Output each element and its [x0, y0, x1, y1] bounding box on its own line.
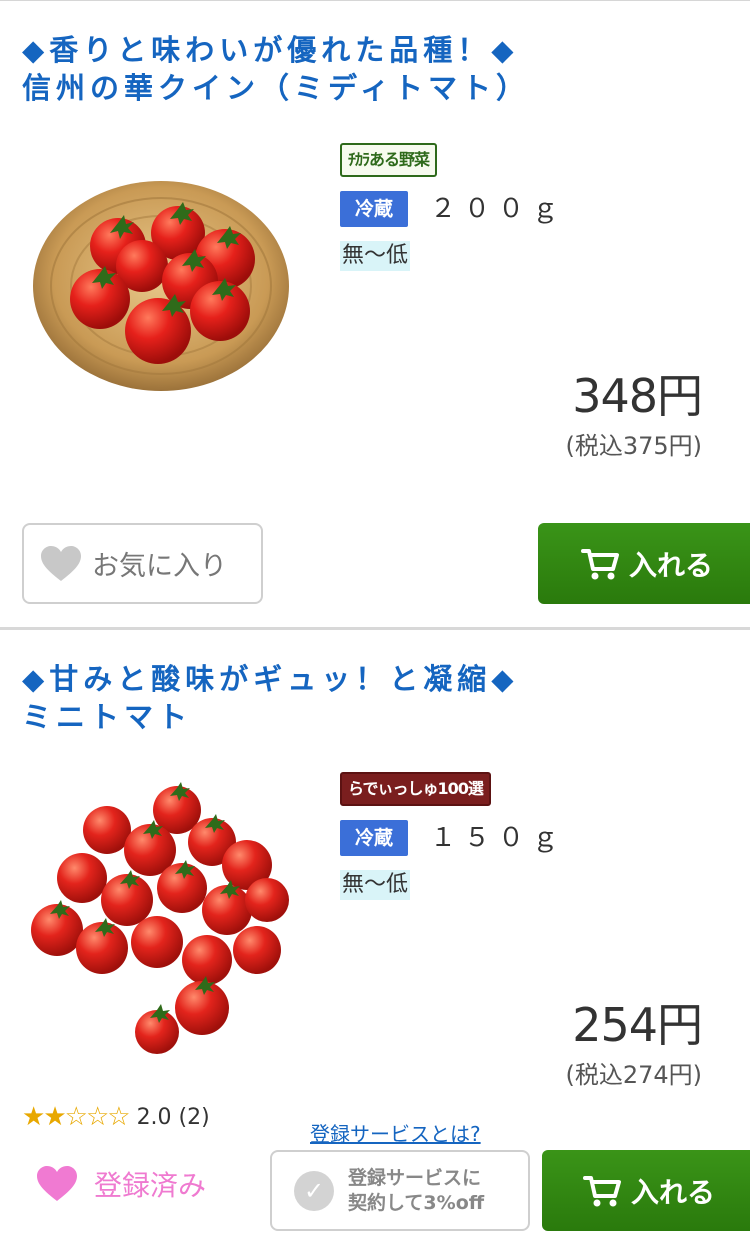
storage-badge: 冷蔵: [340, 820, 408, 856]
product-title-line1[interactable]: ◆香りと味わいが優れた品種！◆: [22, 31, 530, 69]
product-title-line2[interactable]: 信州の華クイン（ミディトマト）: [22, 69, 530, 107]
check-icon: ✓: [294, 1170, 334, 1211]
rating-score: 2.0 (2): [136, 1104, 210, 1130]
product-weight: １５０ｇ: [430, 823, 567, 853]
heart-icon: [37, 1166, 77, 1201]
pesticide-label: 無～低: [340, 870, 411, 900]
product-price: 348円: [572, 369, 703, 423]
register-service-link[interactable]: 登録サービスとは?: [310, 1118, 481, 1147]
product-title-line1[interactable]: ◆甘みと酸味がギュッ！と凝縮◆: [22, 660, 519, 698]
service-label-line1: 登録サービスに: [348, 1166, 482, 1189]
product-price-tax: (税込375円): [565, 432, 702, 460]
product-image-basket-tomatoes[interactable]: [30, 171, 292, 401]
product-title[interactable]: ◆甘みと酸味がギュッ！と凝縮◆ ミニトマト: [22, 660, 519, 736]
star-filled-icon: ★: [22, 1102, 45, 1132]
star-filled-icon: ★: [43, 1102, 66, 1132]
cart-label: 入れる: [630, 1175, 715, 1209]
service-label-line2: 契約して3%off: [348, 1191, 485, 1214]
rating-stars: ★★☆☆☆: [22, 1102, 131, 1132]
pesticide-label: 無～低: [340, 241, 411, 271]
product-image-cherry-tomatoes[interactable]: [22, 770, 297, 1055]
product-title-line2[interactable]: ミニトマト: [22, 698, 519, 736]
star-empty-icon: ☆: [85, 1102, 109, 1132]
product-weight: ２００ｇ: [430, 194, 567, 224]
star-empty-icon: ☆: [107, 1102, 130, 1132]
product-card-2: ◆甘みと酸味がギュッ！と凝縮◆ ミニトマト らでぃっしゅ100選 冷蔵 １５０ｇ…: [0, 630, 750, 1254]
favorite-label: 登録済み: [94, 1169, 207, 1202]
brand-badge: らでぃっしゅ100選: [340, 772, 491, 806]
subscription-service-button[interactable]: ✓ 登録サービスに 契約して3%off: [270, 1150, 530, 1231]
product-title[interactable]: ◆香りと味わいが優れた品種！◆ 信州の華クイン（ミディトマト）: [22, 31, 530, 107]
cart-icon: [580, 548, 619, 579]
cart-label: 入れる: [628, 548, 713, 582]
storage-badge: 冷蔵: [340, 191, 408, 227]
add-to-cart-button[interactable]: 入れる: [538, 523, 750, 604]
product-card-1: ◆香りと味わいが優れた品種！◆ 信州の華クイン（ミディトマト） ﾁｶﾗある野菜 …: [0, 0, 750, 628]
favorite-button[interactable]: お気に入り: [22, 523, 263, 604]
star-empty-icon: ☆: [64, 1102, 88, 1132]
favorite-label: お気に入り: [92, 551, 227, 582]
product-price: 254円: [572, 998, 703, 1052]
rating[interactable]: ★★☆☆☆ 2.0 (2): [22, 1102, 210, 1132]
heart-icon: [41, 545, 81, 581]
cart-icon: [582, 1175, 621, 1206]
favorite-registered-button[interactable]: 登録済み: [36, 1164, 206, 1204]
product-price-tax: (税込274円): [565, 1061, 702, 1089]
add-to-cart-button[interactable]: 入れる: [542, 1150, 750, 1231]
brand-badge: ﾁｶﾗある野菜: [340, 143, 438, 177]
